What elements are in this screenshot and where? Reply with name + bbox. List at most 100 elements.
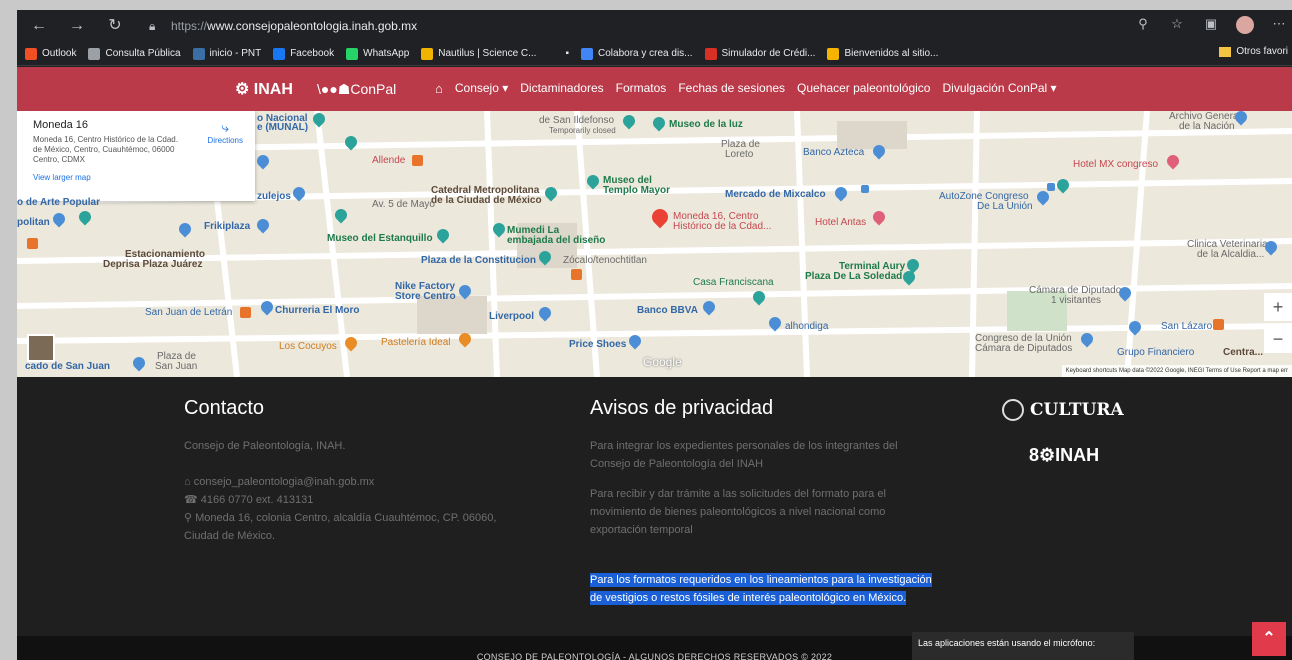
- bookmark-favicon-icon: [273, 47, 286, 60]
- zoom-in-button[interactable]: +: [1264, 293, 1292, 321]
- transit-icon[interactable]: [27, 238, 38, 249]
- map-label-clinica-2[interactable]: de la Alcaldia...: [1197, 249, 1264, 260]
- bookmark-item[interactable]: Facebook: [273, 47, 334, 60]
- map-label-mumedi-2[interactable]: embajada del diseño: [507, 235, 605, 246]
- map-label-politan[interactable]: politan: [17, 217, 50, 228]
- map-label-archivo-2[interactable]: de la Nación: [1179, 121, 1235, 132]
- bookmark-item[interactable]: Bienvenidos al sitio...: [827, 47, 938, 60]
- map-label-mercado-san-juan[interactable]: cado de San Juan: [25, 361, 110, 372]
- home-icon[interactable]: ⌂: [435, 81, 443, 96]
- bookmark-item[interactable]: WhatsApp: [346, 47, 410, 60]
- transit-icon[interactable]: [571, 269, 582, 280]
- scroll-to-top-button[interactable]: ⌃: [1252, 622, 1286, 656]
- transit-icon[interactable]: [412, 155, 423, 166]
- bookmark-favicon-icon: [548, 47, 561, 60]
- map-label-plaza-soledad[interactable]: Plaza De La Soledad: [805, 271, 902, 282]
- map-label-alhondiga[interactable]: alhondiga: [785, 321, 828, 332]
- map-label-azulejos[interactable]: zulejos: [257, 191, 291, 202]
- privacy-link-2[interactable]: Para recibir y dar trámite a las solicit…: [590, 485, 886, 539]
- map-label-congreso-2[interactable]: Cámara de Diputados: [975, 343, 1072, 354]
- zoom-out-button[interactable]: −: [1264, 325, 1292, 353]
- bookmark-item[interactable]: Colabora y crea dis...: [581, 47, 693, 60]
- bookmark-label: Consulta Pública: [105, 48, 181, 59]
- nav-item[interactable]: Formatos: [616, 81, 667, 96]
- map-label-autozone-2[interactable]: De La Unión: [977, 201, 1033, 212]
- map-label-museo-estanquillo[interactable]: Museo del Estanquillo: [327, 233, 433, 244]
- map-label-banco-azteca[interactable]: Banco Azteca: [803, 147, 864, 158]
- profile-avatar[interactable]: [1236, 16, 1254, 34]
- transit-icon[interactable]: [861, 185, 869, 193]
- map-label-museo-luz[interactable]: Museo de la luz: [669, 119, 743, 130]
- satellite-toggle[interactable]: [27, 334, 55, 362]
- privacy-link-2-line-1: Para recibir y dar trámite a las solicit…: [590, 488, 886, 500]
- map-label-san-lazaro[interactable]: San Lázaro: [1161, 321, 1212, 332]
- map-label-zocalo[interactable]: Zócalo/tenochtitlan: [563, 255, 647, 266]
- map-label-san-juan-letran[interactable]: San Juan de Letrán: [145, 307, 232, 318]
- transit-icon[interactable]: [1047, 183, 1055, 191]
- transit-icon[interactable]: [1213, 319, 1224, 330]
- bookmark-item[interactable]: inicio - PNT: [192, 47, 261, 60]
- transit-icon[interactable]: [240, 307, 251, 318]
- conpal-logo[interactable]: \●●☗ConPal: [317, 81, 396, 98]
- bookmark-item[interactable]: Consulta Pública: [88, 47, 181, 60]
- favorite-icon[interactable]: ☆: [1168, 16, 1186, 36]
- view-larger-map-link[interactable]: View larger map: [33, 173, 247, 182]
- nav-item[interactable]: Consejo ▾: [455, 81, 508, 96]
- more-icon[interactable]: ⋯: [1270, 16, 1288, 36]
- map-label-plaza-constitucion[interactable]: Plaza de la Constitucion: [421, 255, 536, 266]
- map-label-cocuyos[interactable]: Los Cocuyos: [279, 341, 337, 352]
- bookmark-favicon-icon: [192, 47, 205, 60]
- map-label-pasteleria[interactable]: Pastelería Ideal: [381, 337, 451, 348]
- forward-icon[interactable]: →: [67, 16, 87, 36]
- map-label-price-shoes[interactable]: Price Shoes: [569, 339, 626, 350]
- map-label-liverpool[interactable]: Liverpool: [489, 311, 534, 322]
- map-label-munal[interactable]: e (MUNAL): [257, 122, 308, 133]
- contact-phone-text: 4166 0770 ext. 413131: [200, 494, 314, 506]
- bookmark-item[interactable]: ▪: [548, 47, 569, 60]
- bookmark-favicon-icon: [88, 47, 101, 60]
- microphone-notification[interactable]: Las aplicaciones están usando el micrófo…: [912, 632, 1134, 660]
- directions-button[interactable]: ⤷ Directions: [207, 119, 243, 145]
- map-label-banco-bbva[interactable]: Banco BBVA: [637, 305, 698, 316]
- map-label-nike-2[interactable]: Store Centro: [395, 291, 456, 302]
- bookmark-item[interactable]: Simulador de Crédi...: [704, 47, 815, 60]
- map-label-deprisa[interactable]: Deprisa Plaza Juárez: [103, 259, 203, 270]
- cultura-logo[interactable]: CULTURA: [1002, 399, 1124, 421]
- back-icon[interactable]: ←: [29, 16, 49, 36]
- map-label-allende[interactable]: Allende: [372, 155, 405, 166]
- map-label-plaza-san-juan-2[interactable]: San Juan: [155, 361, 197, 372]
- map-label-frikiplaza[interactable]: Frikiplaza: [204, 221, 250, 232]
- map-label-hotel-congreso[interactable]: Hotel MX congreso: [1073, 159, 1158, 170]
- map-label-casa-francisca[interactable]: Casa Franciscana: [693, 277, 774, 288]
- nav-item[interactable]: Dictaminadores: [520, 81, 603, 96]
- map-attribution[interactable]: Keyboard shortcuts Map data ©2022 Google…: [1061, 365, 1292, 377]
- zoom-icon[interactable]: ⚲: [1134, 16, 1152, 36]
- nav-item[interactable]: Fechas de sesiones: [678, 81, 785, 96]
- reload-icon[interactable]: ↻: [105, 16, 125, 36]
- url-field[interactable]: 🔒︎ https://www.consejopaleontologia.inah…: [137, 14, 1157, 38]
- map-label-arte-popular[interactable]: o de Arte Popular: [17, 197, 100, 208]
- bookmark-label: Nautilus | Science C...: [438, 48, 537, 59]
- map-label-catedral-2[interactable]: de la Ciudad de México: [431, 195, 542, 206]
- nav-item[interactable]: Quehacer paleontológico: [797, 81, 930, 96]
- nav-item[interactable]: Divulgación ConPal ▾: [942, 81, 1056, 96]
- bookmark-label: WhatsApp: [363, 48, 410, 59]
- bookmark-item[interactable]: Nautilus | Science C...: [421, 47, 537, 60]
- map-label-centra[interactable]: Centra...: [1223, 347, 1263, 358]
- other-bookmarks[interactable]: Otros favori: [1219, 46, 1288, 57]
- inah-logo[interactable]: ⚙ INAH: [235, 79, 293, 99]
- bookmark-item[interactable]: Outlook: [25, 47, 76, 60]
- map-label-hotel-antas[interactable]: Hotel Antas: [815, 217, 866, 228]
- map-label-grupo-fin[interactable]: Grupo Financiero: [1117, 347, 1194, 358]
- map-label-churreria[interactable]: Churreria El Moro: [275, 305, 359, 316]
- map-label-moneda-pin-2[interactable]: Histórico de la Cdad...: [673, 221, 771, 232]
- inah-80-logo[interactable]: 8⚙INAH: [1029, 445, 1099, 466]
- privacy-link-1[interactable]: Para integrar los expedientes personales…: [590, 437, 898, 473]
- collections-icon[interactable]: ▣: [1202, 16, 1220, 36]
- google-map[interactable]: Moneda 16 Moneda 16, Centro Histórico de…: [17, 111, 1292, 377]
- map-label-mercado-mixcalco[interactable]: Mercado de Mixcalco: [725, 189, 826, 200]
- contact-email[interactable]: ⌂ consejo_paleontologia@inah.gob.mx: [184, 473, 374, 491]
- map-label-templo-2[interactable]: Templo Mayor: [603, 185, 670, 196]
- privacy-link-3[interactable]: Para los formatos requeridos en los line…: [590, 571, 932, 607]
- map-label-plaza-loreto-2[interactable]: Loreto: [725, 149, 753, 160]
